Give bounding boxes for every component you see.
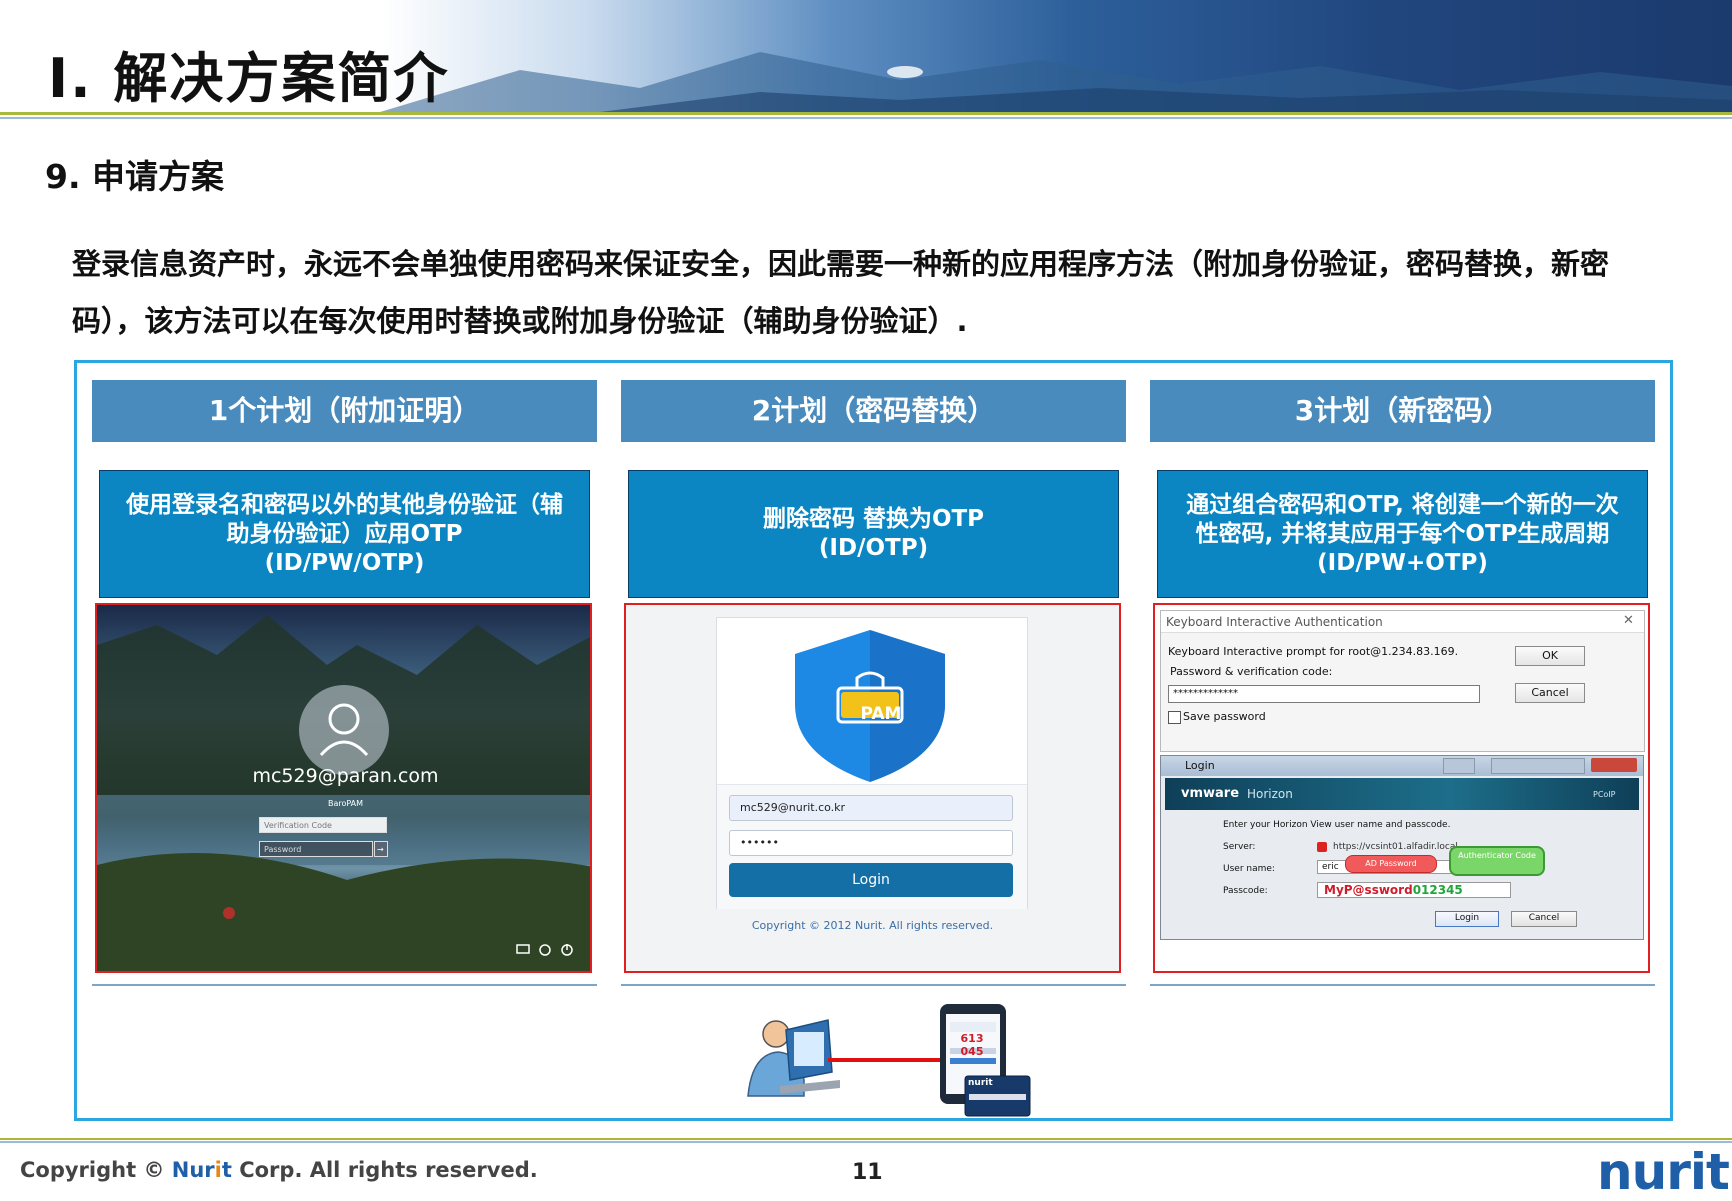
password-input[interactable]: ••••••	[729, 830, 1013, 856]
cancel-button[interactable]: Cancel	[1515, 683, 1585, 703]
plan-description: 删除密码 替换为OTP (ID/OTP)	[628, 470, 1119, 598]
window-maximize-icon[interactable]	[1491, 758, 1585, 774]
username-label: User name:	[1223, 864, 1275, 874]
callout-ad-password: AD Password	[1345, 855, 1437, 873]
plan-panel-1: 1个计划（附加证明） 使用登录名和密码以外的其他身份验证（辅 助身份验证）应用O…	[92, 380, 597, 986]
login-username: mc529@paran.com	[252, 765, 439, 787]
window-close-icon[interactable]	[1591, 758, 1637, 772]
horizon-cancel-button[interactable]: Cancel	[1511, 911, 1577, 927]
horizon-login-window: Login vmware Horizon PCoIP Enter your Ho…	[1160, 755, 1644, 940]
footer-copyright: Copyright © Nurit Corp. All rights reser…	[20, 1158, 538, 1182]
footer-rule-blue	[0, 1141, 1732, 1143]
dialog-title: Keyboard Interactive Authentication	[1161, 611, 1644, 633]
section-title: 9. 申请方案	[45, 157, 224, 196]
plan-desc-line: (ID/PW+OTP)	[1317, 549, 1488, 576]
field-label: Password & verification code:	[1170, 665, 1333, 678]
plan-desc-line: 删除密码 替换为OTP	[762, 506, 985, 532]
otp-card-brand: nurit	[968, 1078, 993, 1088]
horizon-login-button[interactable]: Login	[1435, 911, 1499, 927]
pcoip-label: PCoIP	[1593, 790, 1616, 799]
copyright-prefix: Copyright ©	[20, 1158, 172, 1182]
server-value: https://vcsint01.alfadir.local	[1333, 842, 1458, 852]
auth-dialogs-screenshot: Keyboard Interactive Authentication ✕ Ke…	[1153, 603, 1650, 973]
close-icon[interactable]: ✕	[1623, 613, 1634, 628]
pam-login-screenshot: PAM mc529@nurit.co.kr •••••• Login Copyr…	[624, 603, 1121, 973]
nurit-logo: nurit	[1597, 1143, 1730, 1201]
plan-desc-line: (ID/PW/OTP)	[264, 549, 425, 576]
copyright-suffix: Corp. All rights reserved.	[231, 1158, 538, 1182]
login-form: mc529@nurit.co.kr •••••• Login	[717, 784, 1027, 909]
keyboard-auth-dialog: Keyboard Interactive Authentication ✕ Ke…	[1160, 610, 1645, 752]
plan-desc-line: 助身份验证）应用OTP	[226, 520, 463, 547]
window-titlebar: Login	[1161, 756, 1643, 776]
plan-panel-2: 2计划（密码替换） 删除密码 替换为OTP (ID/OTP) PAM mc529…	[621, 380, 1126, 986]
lake-landscape	[97, 615, 590, 971]
callout-authenticator-code: Authenticator Code	[1449, 846, 1545, 876]
user-device-illustration	[747, 1004, 1031, 1117]
login-card: PAM mc529@nurit.co.kr •••••• Login	[716, 617, 1028, 909]
app-copyright: Copyright © 2012 Nurit. All rights reser…	[751, 919, 994, 932]
plan-panel-3: 3计划（新密码） 通过组合密码和OTP, 将创建一个新的一次 性密码, 并将其应…	[1150, 380, 1655, 986]
pam-badge: PAM	[860, 704, 902, 724]
plan-desc-line: 通过组合密码和OTP, 将创建一个新的一次	[1186, 491, 1619, 518]
accessibility-icon	[539, 944, 551, 956]
plan-title: 2计划（密码替换）	[621, 380, 1126, 442]
plan-title: 1个计划（附加证明）	[92, 380, 597, 442]
server-label: Server:	[1223, 842, 1256, 852]
plan-desc-line: 性密码, 并将其应用于每个OTP生成周期	[1195, 520, 1610, 547]
passcode-label: Passcode:	[1223, 886, 1268, 896]
plan-description: 通过组合密码和OTP, 将创建一个新的一次 性密码, 并将其应用于每个OTP生成…	[1157, 470, 1648, 598]
submit-arrow-icon[interactable]: →	[374, 841, 388, 857]
save-password-checkbox[interactable]	[1168, 711, 1181, 724]
copyright-brand-t: t	[221, 1158, 232, 1182]
vmware-logo: vmware	[1181, 786, 1240, 801]
user-at-laptop-icon	[747, 1019, 840, 1097]
passcode-input[interactable]: MyP@ssword012345	[1317, 882, 1511, 898]
email-input[interactable]: mc529@nurit.co.kr	[729, 795, 1013, 821]
insecure-icon	[1317, 842, 1327, 852]
horizon-banner: vmware Horizon PCoIP	[1165, 778, 1639, 810]
ok-button[interactable]: OK	[1515, 646, 1585, 666]
intro-paragraph: 登录信息资产时，永远不会单独使用密码来保证安全，因此需要一种新的应用程序方法（附…	[72, 247, 1610, 338]
page-title: Ⅰ. 解决方案简介	[48, 47, 450, 110]
password-input[interactable]: Password	[259, 841, 373, 857]
network-icon	[516, 944, 530, 954]
window-title: Login	[1185, 759, 1215, 772]
windows-login-screenshot: mc529@paran.com BaroPAM Verification Cod…	[95, 603, 592, 973]
plan-title: 3计划（新密码）	[1150, 380, 1655, 442]
plan-desc-line: 使用登录名和密码以外的其他身份验证（辅	[126, 491, 563, 518]
horizon-label: Horizon	[1247, 787, 1293, 801]
passcode-password-part: MyP@ssword	[1324, 883, 1413, 897]
page-number: 11	[852, 1160, 883, 1185]
system-tray-icons	[516, 944, 573, 956]
copyright-brand-i: i	[214, 1158, 222, 1182]
horizon-instruction: Enter your Horizon View user name and pa…	[1223, 820, 1451, 830]
verification-code-input[interactable]: Verification Code	[259, 817, 387, 833]
header-rule-blue	[0, 117, 1732, 119]
window-minimize-icon[interactable]	[1443, 758, 1475, 774]
plan-description: 使用登录名和密码以外的其他身份验证（辅 助身份验证）应用OTP (ID/PW/O…	[99, 470, 590, 598]
otp-display: 613 045	[960, 1032, 984, 1058]
footer-rule-olive	[0, 1138, 1732, 1140]
verification-input[interactable]: *************	[1168, 685, 1480, 703]
plan-desc-line: (ID/OTP)	[818, 535, 929, 561]
copyright-brand: Nur	[171, 1158, 215, 1182]
dialog-prompt: Keyboard Interactive prompt for root@1.2…	[1168, 645, 1459, 658]
login-button[interactable]: Login	[729, 863, 1013, 897]
user-avatar	[299, 685, 389, 775]
save-password-label: Save password	[1183, 710, 1266, 723]
passcode-otp-part: 012345	[1412, 883, 1463, 897]
login-app-name: BaroPAM	[327, 799, 364, 808]
user-icon	[319, 703, 369, 757]
